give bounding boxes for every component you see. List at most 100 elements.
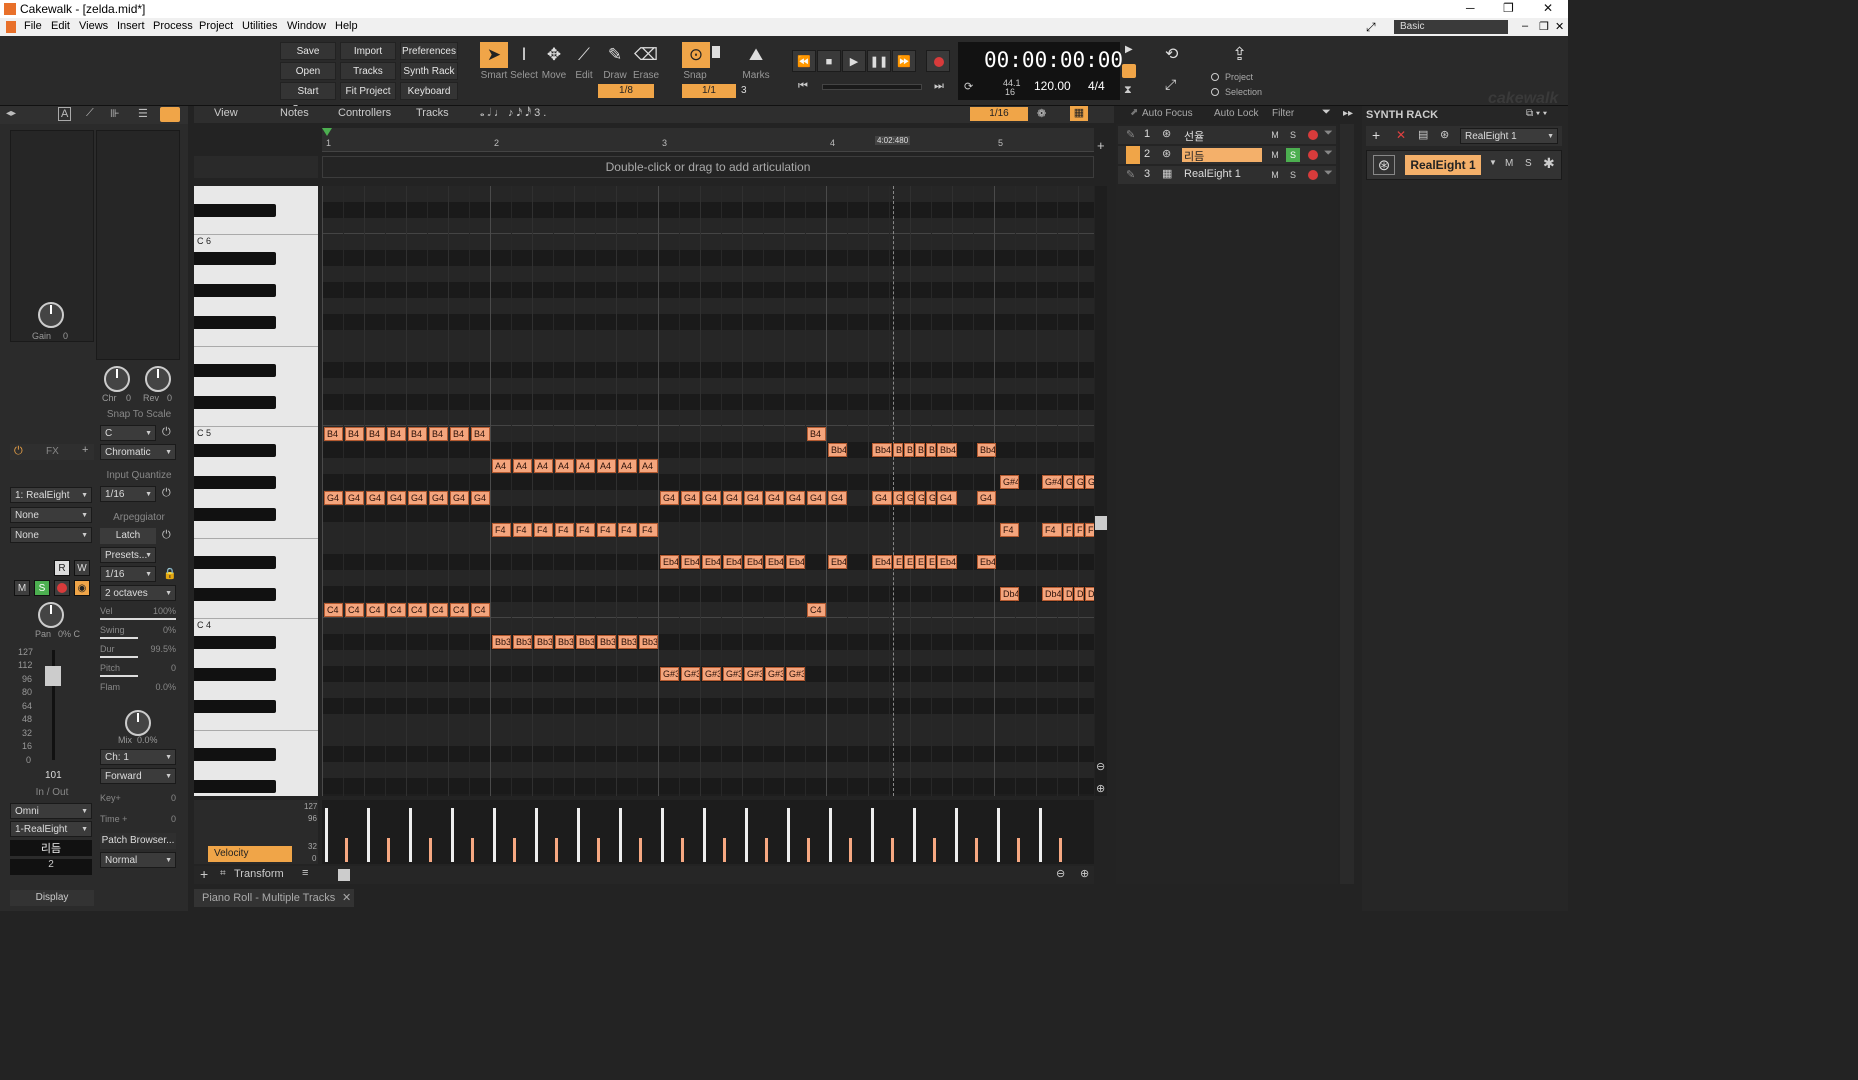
note-event[interactable]: E	[915, 555, 925, 569]
synth-assign-icon[interactable]: ⊛	[1440, 128, 1449, 141]
mdi-restore-icon[interactable]: ❐	[1539, 20, 1549, 33]
view-menu[interactable]: View	[214, 107, 238, 119]
note-event[interactable]: G#3	[660, 667, 679, 681]
note-event[interactable]: G4	[660, 491, 679, 505]
synth-slot-name[interactable]: RealEight 1	[1405, 155, 1481, 175]
record-arm-button[interactable]	[54, 580, 70, 596]
velocity-bar[interactable]	[367, 808, 370, 862]
fx-add-icon[interactable]: +	[82, 444, 88, 456]
import-button[interactable]: Import	[340, 42, 396, 60]
black-key[interactable]	[194, 444, 276, 457]
note-event[interactable]: Bb4	[872, 443, 892, 457]
note-event[interactable]: G4	[366, 491, 385, 505]
note-event[interactable]: G#3	[723, 667, 742, 681]
note-event[interactable]: C4	[324, 603, 343, 617]
solo-button[interactable]: S	[34, 580, 50, 596]
note-event[interactable]: D	[1063, 587, 1073, 601]
track-row-3[interactable]: ✎ 3 ▦ RealEight 1 M S ⏷	[1118, 166, 1336, 184]
input-echo-button[interactable]: ◉	[74, 580, 90, 596]
note-event[interactable]: B	[915, 443, 925, 457]
synth-props-icon[interactable]: ▤	[1418, 128, 1428, 141]
flam-slider[interactable]: Flam 0.0%	[100, 682, 176, 696]
menu-window[interactable]: Window	[287, 20, 326, 32]
velocity-bar[interactable]	[577, 808, 580, 862]
velocity-bar[interactable]	[409, 808, 412, 862]
track-2-edit-icon[interactable]	[1126, 146, 1140, 164]
track-3-edit-icon[interactable]: ✎	[1126, 168, 1135, 181]
black-key[interactable]	[194, 396, 276, 409]
note-event[interactable]: G	[1074, 475, 1084, 489]
grid-resolution[interactable]: 1/16	[970, 107, 1028, 121]
note-event[interactable]: B	[904, 443, 914, 457]
track-row-1[interactable]: ✎ 1 ⊛ 선율 M S ⏷	[1118, 126, 1336, 144]
note-event[interactable]: G#3	[765, 667, 784, 681]
time-ruler[interactable]: 1 2 3 4 5 4:02:480	[322, 128, 1094, 152]
note-event[interactable]: B4	[366, 427, 385, 441]
menu-project[interactable]: Project	[199, 20, 233, 32]
note-event[interactable]: G4	[681, 491, 700, 505]
menu-views[interactable]: Views	[79, 20, 108, 32]
menu-insert[interactable]: Insert	[117, 20, 145, 32]
keyplus-slider[interactable]: Key+ 0	[100, 793, 176, 807]
fx-power-icon[interactable]: ⏻	[14, 445, 23, 458]
track-name-field[interactable]: 리듬	[10, 840, 92, 856]
metronome-sync-icon[interactable]: ⟳	[964, 80, 973, 93]
velocity-bar[interactable]	[1017, 838, 1020, 862]
note-duration-icons[interactable]: 𝅝 𝅗𝅥 ♩ ♪ 𝅘𝅥𝅯 𝅘𝅥𝅰 3 .	[480, 107, 546, 120]
minimize-icon[interactable]: ─	[1466, 1, 1475, 15]
note-event[interactable]: Bb3	[639, 635, 658, 649]
track-1-name[interactable]: 선율	[1182, 128, 1262, 143]
scale-root-select[interactable]: C	[100, 425, 156, 442]
tool-resolution[interactable]: 1/8	[598, 84, 654, 98]
swing-slider[interactable]: Swing 0%	[100, 625, 176, 639]
note-event[interactable]: G#4	[1042, 475, 1062, 489]
mdi-close-icon[interactable]: ✕	[1555, 20, 1564, 33]
project-radio[interactable]	[1211, 73, 1219, 81]
track-3-filter-icon[interactable]: ⏷	[1324, 167, 1333, 180]
note-grid[interactable]: B4 B4 B4 B4 B4 B4 B4 B4 A4 A4 A4 A4 A4 A4 A4 A4 G4 G4 G4 G4…	[322, 186, 1094, 796]
controller-select[interactable]: Velocity	[208, 846, 292, 862]
note-event[interactable]: G4	[429, 491, 448, 505]
note-event[interactable]: G4	[702, 491, 721, 505]
snap-icon[interactable]: ⊙	[682, 42, 710, 68]
display-button[interactable]: Display	[10, 890, 94, 906]
piano-roll-tab[interactable]: Piano Roll - Multiple Tracks ✕	[194, 889, 354, 907]
zoom-out-v-icon[interactable]: ⊖	[1096, 760, 1105, 773]
note-event[interactable]: G#3	[786, 667, 805, 681]
write-automation-button[interactable]: W	[74, 560, 90, 576]
note-event[interactable]: F4	[618, 523, 637, 537]
note-event[interactable]: F4	[534, 523, 553, 537]
delete-synth-icon[interactable]: ✕	[1396, 128, 1406, 142]
filter-icon[interactable]: ⏷	[1322, 106, 1331, 119]
edit-tool-icon[interactable]: ⟋	[570, 42, 598, 68]
track-3-mute[interactable]: M	[1268, 168, 1282, 182]
transform-icon[interactable]: ⌗	[220, 868, 226, 879]
mix-knob[interactable]	[125, 710, 151, 736]
preferences-button[interactable]: Preferences	[400, 42, 458, 60]
record-button[interactable]	[926, 50, 950, 72]
note-event[interactable]: Eb4	[765, 555, 784, 569]
fit-project-button[interactable]: Fit Project	[340, 82, 396, 100]
meter[interactable]: 4/4	[1088, 79, 1105, 93]
horizontal-scroll-thumb[interactable]	[338, 869, 350, 881]
patch-mode-select[interactable]: Normal	[100, 852, 176, 869]
note-event[interactable]: Bb3	[597, 635, 616, 649]
note-event[interactable]: A4	[534, 459, 553, 473]
notes-menu[interactable]: Notes	[280, 107, 309, 119]
velocity-bar[interactable]	[597, 838, 600, 862]
note-event[interactable]: A4	[597, 459, 616, 473]
auto-focus-icon[interactable]: ⬈	[1130, 107, 1138, 118]
track-scrollbar[interactable]	[1340, 124, 1354, 884]
note-event[interactable]: Bb4	[977, 443, 996, 457]
note-event[interactable]: G	[904, 491, 914, 505]
tab-close-icon[interactable]: ✕	[342, 889, 351, 907]
velocity-bar[interactable]	[849, 838, 852, 862]
note-event[interactable]: Eb4	[937, 555, 957, 569]
panel-collapse-icon[interactable]: ▸▸	[1343, 108, 1353, 119]
velocity-bar[interactable]	[913, 808, 916, 862]
note-event[interactable]: G	[893, 491, 903, 505]
velocity-bar[interactable]	[387, 838, 390, 862]
metronome-icon[interactable]: ⧗	[1124, 84, 1132, 97]
note-event[interactable]: G4	[807, 491, 826, 505]
velocity-bar[interactable]	[807, 838, 810, 862]
